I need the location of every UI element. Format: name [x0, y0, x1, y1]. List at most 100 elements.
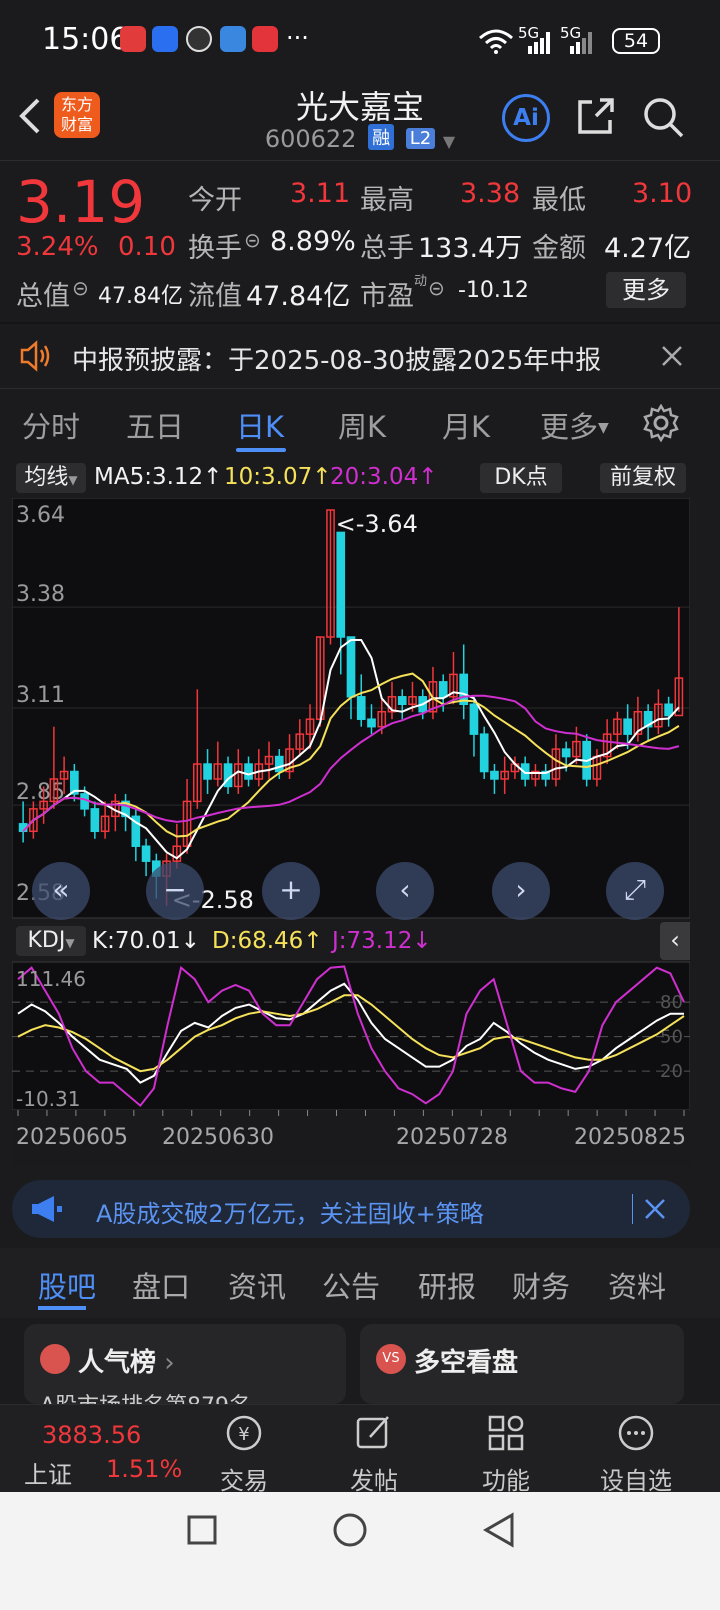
speaker-icon: [20, 340, 50, 372]
search-icon[interactable]: [642, 96, 684, 138]
pan-right-button[interactable]: ›: [492, 862, 550, 920]
close-icon[interactable]: [660, 344, 684, 368]
news-app-icon: [120, 26, 146, 52]
candle-body: [80, 793, 89, 810]
dropdown-caret-icon: ▼: [442, 132, 456, 151]
candle-body: [469, 703, 479, 735]
info-icon[interactable]: ⊝: [428, 276, 445, 300]
index-value[interactable]: 3883.56: [42, 1421, 141, 1449]
pan-left-button[interactable]: ‹: [376, 862, 434, 920]
index-change[interactable]: 1.51%: [106, 1455, 182, 1483]
kdj-panel-bg: [12, 961, 690, 1111]
tab-monthly-k[interactable]: 月K: [442, 404, 490, 446]
long-short-card[interactable]: VS 多空看盘: [360, 1324, 684, 1404]
recents-icon[interactable]: [186, 1514, 218, 1546]
nav-functions-label: 功能: [482, 1467, 530, 1495]
low-value: 3.10: [632, 178, 693, 209]
tab-more[interactable]: 更多▼: [540, 404, 609, 446]
tab-profile[interactable]: 资料: [608, 1264, 666, 1306]
caret-down-icon: ▼: [68, 473, 78, 487]
tab-forum[interactable]: 股吧: [38, 1264, 96, 1306]
x-tick-label: 20250825: [574, 1125, 686, 1150]
tab-announcements[interactable]: 公告: [322, 1264, 380, 1306]
notice-text[interactable]: 中报预披露：于2025-08-30披露2025年中报: [72, 340, 601, 377]
ma-select-label: 均线: [24, 465, 69, 490]
tab-five-day[interactable]: 五日: [126, 404, 184, 446]
ai-button[interactable]: Ai: [502, 94, 550, 142]
info-icon[interactable]: ⊝: [244, 228, 261, 252]
zoom-in-button[interactable]: +: [262, 862, 320, 920]
nav-watchlist[interactable]: 设自选: [586, 1405, 686, 1496]
promo-banner[interactable]: A股成交破2万亿元，关注固收+策略: [12, 1180, 690, 1238]
nav-post[interactable]: 发帖: [324, 1405, 424, 1496]
chart-app-icon: [220, 26, 246, 52]
indicator-select[interactable]: KDJ▼: [16, 926, 86, 956]
popularity-title: 人气榜 ›: [78, 1342, 175, 1379]
collapse-panel-button[interactable]: ‹: [660, 922, 690, 960]
open-value: 3.11: [290, 178, 351, 209]
float-value: 47.84亿: [246, 281, 351, 312]
kline-chart[interactable]: 3.643.383.112.852.58<-3.64<-2.5880502011…: [12, 498, 690, 1168]
pe-value: -10.12: [458, 278, 529, 303]
chevron-right-icon: ›: [156, 1348, 175, 1378]
rewind-button[interactable]: «: [32, 862, 90, 920]
banner-separator: [632, 1194, 633, 1224]
close-icon[interactable]: [644, 1198, 666, 1220]
home-icon[interactable]: [332, 1512, 368, 1548]
gear-icon[interactable]: [642, 404, 680, 442]
tab-weekly-k[interactable]: 周K: [338, 404, 386, 446]
share-icon[interactable]: [576, 96, 616, 136]
kdj-d-label: D:68.46: [212, 928, 304, 954]
tab-daily-k[interactable]: 日K: [236, 404, 284, 446]
ma10-value: 10:3.07↑: [224, 464, 332, 490]
change-amount: 0.10: [118, 232, 176, 262]
ma-select[interactable]: 均线▼: [16, 463, 86, 493]
status-bar: 15:06 ··· 5G 5G 54: [0, 0, 720, 80]
open-label: 今开: [188, 185, 242, 216]
more-button[interactable]: 更多: [606, 272, 686, 308]
kdj-level-label: 80: [660, 992, 683, 1013]
turnover-label: 换手: [188, 233, 242, 264]
ellipsis-circle-icon: [618, 1415, 654, 1451]
app-icon-2: [152, 26, 178, 52]
candle-body: [664, 703, 673, 717]
header-divider: [0, 160, 720, 161]
battery-icon: 54: [612, 28, 660, 54]
tab-research[interactable]: 研报: [418, 1264, 476, 1306]
nav-watchlist-label: 设自选: [600, 1467, 672, 1495]
tab-finance[interactable]: 财务: [512, 1264, 570, 1306]
candle-body: [438, 681, 448, 698]
candle-body: [561, 748, 571, 758]
caret-down-icon: ▼: [65, 936, 75, 950]
tab-orderbook[interactable]: 盘口: [132, 1264, 190, 1306]
y-tick-label: 3.11: [16, 683, 65, 708]
kdj-j-value: J:73.12↓: [332, 928, 432, 954]
candle-body: [397, 696, 407, 706]
candle-body: [274, 755, 284, 773]
long-short-title: 多空看盘: [414, 1348, 519, 1378]
tab-intraday[interactable]: 分时: [22, 404, 80, 446]
edit-icon: [356, 1416, 389, 1449]
x-tick-label: 20250630: [162, 1125, 274, 1150]
caret-down-icon: ▼: [598, 420, 609, 436]
tab-more-label: 更多: [540, 410, 599, 444]
index-name[interactable]: 上证: [24, 1455, 72, 1490]
indicator-select-label: KDJ: [27, 928, 66, 953]
back-nav-icon[interactable]: [482, 1512, 516, 1548]
fullscreen-button[interactable]: ⤢: [606, 862, 664, 920]
nav-trade[interactable]: ¥ 交易: [194, 1405, 294, 1496]
nav-trade-label: 交易: [220, 1467, 268, 1495]
dk-button[interactable]: DK点: [480, 463, 562, 493]
candle-body: [623, 718, 632, 735]
amount-value: 4.27亿: [604, 233, 692, 264]
tab-news[interactable]: 资讯: [228, 1264, 286, 1306]
adjust-button[interactable]: 前复权: [600, 463, 686, 493]
info-icon[interactable]: ⊝: [72, 276, 89, 300]
popularity-card[interactable]: 人气榜 › A股市场排名第879名: [24, 1324, 346, 1404]
margin-tag: 融: [368, 124, 395, 150]
max-price-marker: <-3.64: [336, 510, 418, 538]
kdj-d-value: D:68.46↑: [212, 928, 323, 954]
volume-value: 133.4万: [418, 233, 523, 264]
nav-functions[interactable]: 功能: [456, 1405, 556, 1496]
zoom-out-button[interactable]: −: [146, 862, 204, 920]
